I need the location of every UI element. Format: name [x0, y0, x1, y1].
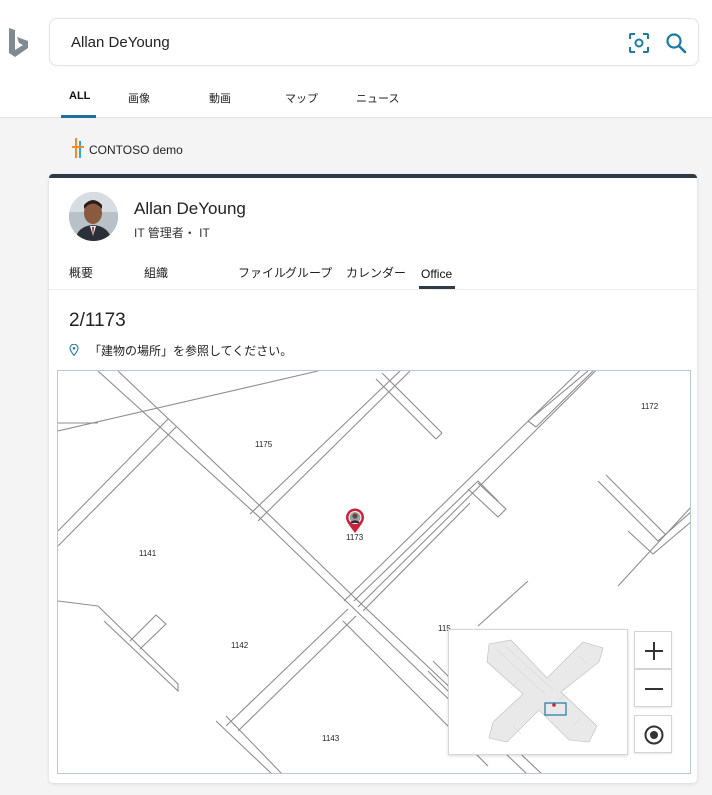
tab-images[interactable]: 画像 [128, 90, 150, 106]
room-label: 1141 [139, 549, 157, 558]
floor-map[interactable]: 1172 1175 1173 1141 1142 1143 115 [57, 370, 691, 774]
search-input[interactable]: Allan DeYoung [71, 34, 170, 51]
people-card: Allan DeYoung IT 管理者・ IT 概要 組織 ファイル グループ… [49, 174, 697, 783]
tab-office[interactable]: Office [421, 267, 452, 281]
person-location-marker[interactable] [345, 508, 365, 534]
tab-organization[interactable]: 組織 [144, 264, 168, 281]
visual-search-icon[interactable] [628, 32, 650, 54]
building-location-hint: 「建物の場所」を参照してください。 [69, 342, 292, 359]
zoom-in-button[interactable] [634, 631, 672, 669]
locate-me-button[interactable] [634, 715, 672, 753]
room-label: 1175 [255, 440, 273, 449]
zoom-out-button[interactable] [634, 669, 672, 707]
active-tab-indicator [61, 115, 96, 118]
office-room-number: 2/1173 [69, 310, 126, 331]
person-name[interactable]: Allan DeYoung [134, 199, 246, 219]
mini-map[interactable] [448, 629, 628, 755]
tab-all[interactable]: ALL [69, 90, 90, 102]
search-icon[interactable] [664, 31, 688, 55]
search-tabs: ALL 画像 動画 マップ ニュース [0, 84, 712, 118]
search-box[interactable]: Allan DeYoung [49, 18, 699, 66]
tab-overview[interactable]: 概要 [69, 264, 93, 281]
tab-groups[interactable]: グループ [285, 264, 332, 281]
target-icon [644, 725, 664, 745]
location-pin-icon [69, 344, 79, 356]
mini-map-floor [486, 639, 604, 743]
profile-tabs: 概要 組織 ファイル グループ カレンダー Office [49, 260, 697, 290]
minus-icon [645, 688, 663, 690]
room-label: 1173 [346, 533, 364, 542]
bing-logo[interactable] [6, 26, 32, 60]
room-label: 1143 [322, 734, 340, 743]
search-header: Allan DeYoung ALL 画像 動画 マップ ニュース [0, 0, 712, 118]
tab-maps[interactable]: マップ [285, 90, 318, 106]
avatar[interactable] [69, 192, 118, 241]
plus-icon [645, 642, 663, 660]
room-label: 1172 [641, 402, 659, 411]
hint-text: 「建物の場所」を参照してください。 [89, 344, 293, 358]
tab-news[interactable]: ニュース [356, 90, 399, 106]
brand-name: CONTOSO demo [89, 143, 183, 157]
room-label: 1142 [231, 641, 249, 650]
tab-calendar[interactable]: カレンダー [346, 264, 406, 281]
person-role: IT 管理者・ IT [134, 226, 210, 240]
active-profile-tab-indicator [419, 286, 455, 289]
tab-files[interactable]: ファイル [238, 264, 286, 281]
contoso-logo-icon [72, 138, 84, 158]
tab-videos[interactable]: 動画 [209, 90, 231, 106]
